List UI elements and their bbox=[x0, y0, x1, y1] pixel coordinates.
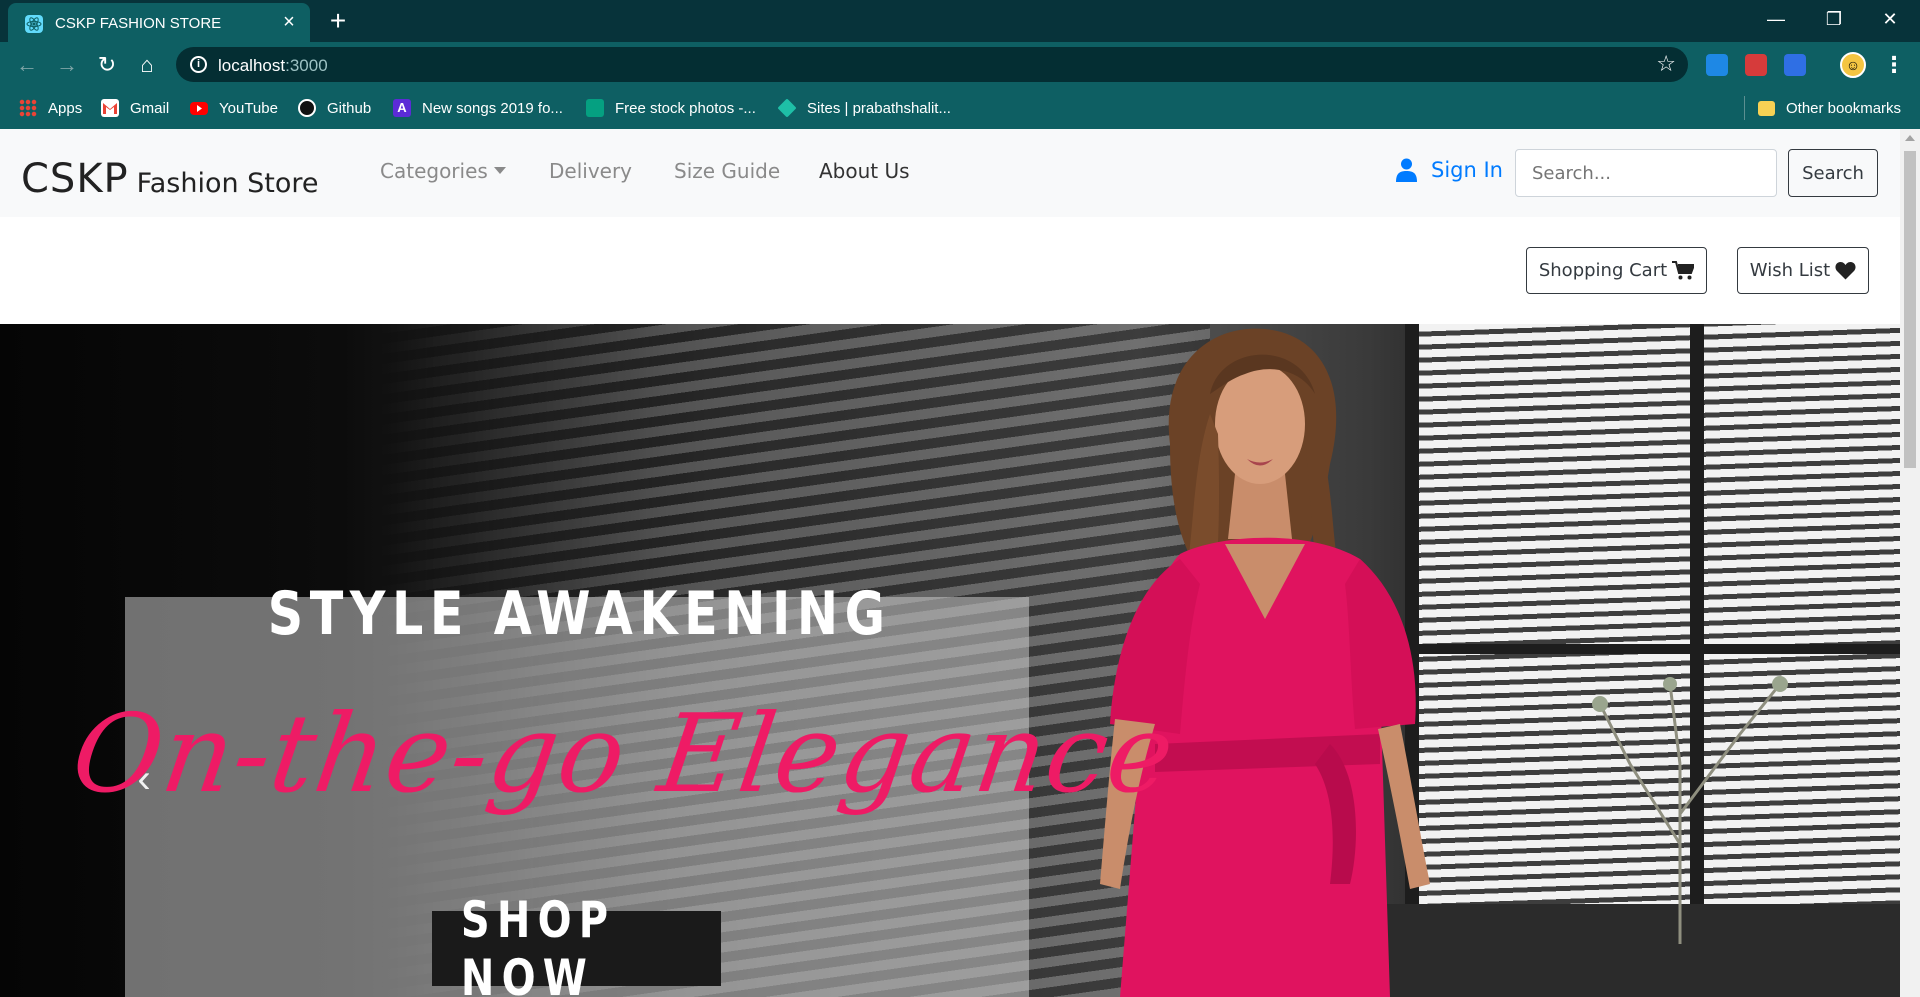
bookmark-free-stock-photos[interactable]: Free stock photos -... bbox=[586, 87, 756, 129]
scroll-thumb[interactable] bbox=[1904, 151, 1916, 468]
bookmark-new-songs[interactable]: A New songs 2019 fo... bbox=[393, 87, 563, 129]
bookmark-apps[interactable]: Apps bbox=[19, 87, 82, 129]
cart-icon bbox=[1672, 261, 1695, 280]
site-brand[interactable]: CSKP Fashion Store bbox=[21, 156, 319, 202]
restore-icon[interactable]: ❐ bbox=[1814, 4, 1854, 34]
browser-tab[interactable]: CSKP FASHION STORE × bbox=[8, 3, 310, 42]
github-icon bbox=[298, 99, 316, 117]
web-page: CSKP Fashion Store Categories Delivery Si… bbox=[0, 129, 1900, 997]
extension-translate-icon[interactable] bbox=[1706, 54, 1728, 76]
gmail-icon bbox=[101, 99, 119, 117]
browser-tab-bar: CSKP FASHION STORE × + — ❐ ✕ bbox=[0, 0, 1920, 42]
model-photo bbox=[1100, 328, 1430, 997]
bookmark-github[interactable]: Github bbox=[298, 87, 371, 129]
new-tab-icon[interactable]: + bbox=[323, 6, 353, 36]
nav-delivery[interactable]: Delivery bbox=[549, 159, 632, 183]
hero-carousel: STYLE AWAKENING On-the-go Elegance SHOP … bbox=[0, 324, 1900, 997]
bookmarks-divider bbox=[1744, 96, 1745, 120]
songs-icon: A bbox=[393, 99, 411, 117]
scroll-up-icon[interactable] bbox=[1905, 135, 1915, 141]
bookmark-other[interactable]: Other bookmarks bbox=[1758, 87, 1901, 129]
tab-title: CSKP FASHION STORE bbox=[55, 15, 222, 32]
extension-gift-icon[interactable] bbox=[1745, 54, 1767, 76]
caret-down-icon bbox=[493, 167, 506, 174]
stock-photos-icon bbox=[586, 99, 604, 117]
youtube-icon bbox=[190, 101, 208, 115]
site-navbar: CSKP Fashion Store Categories Delivery Si… bbox=[0, 129, 1900, 217]
user-icon bbox=[1396, 158, 1417, 182]
address-bar[interactable]: i localhost:3000 ☆ bbox=[176, 47, 1688, 82]
bookmark-star-icon[interactable]: ☆ bbox=[1656, 52, 1676, 76]
url-text: localhost:3000 bbox=[218, 56, 328, 75]
bookmarks-bar: Apps Gmail YouTube Github A New songs 20… bbox=[0, 87, 1920, 129]
back-arrow-icon[interactable]: ← bbox=[11, 49, 43, 81]
search-button[interactable]: Search bbox=[1788, 149, 1878, 197]
window-close-icon[interactable]: ✕ bbox=[1870, 4, 1910, 34]
nav-about-us[interactable]: About Us bbox=[819, 159, 910, 183]
profile-avatar-icon[interactable]: ☺ bbox=[1840, 52, 1866, 78]
sites-icon bbox=[777, 98, 797, 118]
sign-in-link[interactable]: Sign In bbox=[1396, 158, 1503, 182]
reload-icon[interactable]: ↻ bbox=[91, 49, 123, 81]
site-info-icon[interactable]: i bbox=[190, 56, 207, 73]
shop-now-button[interactable]: SHOP NOW bbox=[432, 891, 721, 997]
folder-icon bbox=[1758, 100, 1775, 116]
search-input[interactable] bbox=[1515, 149, 1777, 197]
apps-grid-icon bbox=[19, 99, 37, 117]
bookmark-sites[interactable]: Sites | prabathshalit... bbox=[777, 87, 951, 129]
heart-icon bbox=[1835, 262, 1856, 280]
home-icon[interactable]: ⌂ bbox=[131, 49, 163, 81]
hero-script-text: On-the-go Elegance bbox=[65, 692, 1183, 817]
hero-kicker-text: STYLE AWAKENING bbox=[267, 579, 892, 649]
react-favicon-icon bbox=[25, 15, 43, 33]
page-scrollbar[interactable] bbox=[1900, 129, 1920, 997]
nav-categories-dropdown[interactable]: Categories bbox=[380, 159, 506, 183]
shopping-cart-button[interactable]: Shopping Cart bbox=[1526, 247, 1707, 294]
forward-arrow-icon[interactable]: → bbox=[51, 49, 83, 81]
wish-list-button[interactable]: Wish List bbox=[1737, 247, 1869, 294]
carousel-prev-icon[interactable]: ‹ bbox=[124, 754, 164, 804]
extension-robot-icon[interactable] bbox=[1784, 54, 1806, 76]
nav-size-guide[interactable]: Size Guide bbox=[674, 159, 780, 183]
tree-branches-decor bbox=[1592, 676, 1788, 944]
bookmark-gmail[interactable]: Gmail bbox=[101, 87, 169, 129]
bookmark-youtube[interactable]: YouTube bbox=[190, 87, 278, 129]
tab-close-icon[interactable]: × bbox=[278, 11, 300, 33]
browser-toolbar: ← → ↻ ⌂ i localhost:3000 ☆ ☺ ⋮ bbox=[0, 42, 1920, 87]
minimize-icon[interactable]: — bbox=[1756, 4, 1796, 34]
browser-menu-icon[interactable]: ⋮ bbox=[1883, 51, 1905, 79]
